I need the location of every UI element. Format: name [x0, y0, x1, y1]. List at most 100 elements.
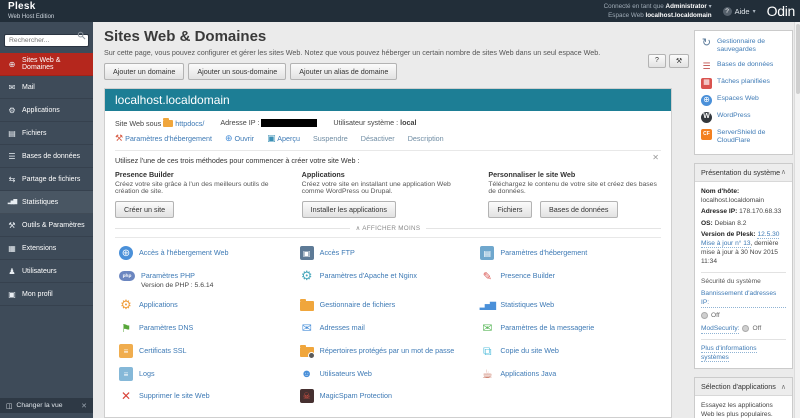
feature-site-copy[interactable]: ⧉ Copie du site Web: [480, 344, 661, 367]
create-site-button[interactable]: Créer un site: [115, 201, 175, 218]
globe-icon: ⊕: [224, 133, 233, 143]
collapse-icon[interactable]: ∧: [781, 168, 786, 176]
feature-ftp-access[interactable]: ▣ Accès FTP: [299, 246, 481, 269]
applications-icon: ⚙: [120, 297, 132, 312]
wordpress-icon: W: [701, 111, 712, 123]
feature-protected-directories[interactable]: Répertoires protégés par un mot de passe: [299, 344, 481, 367]
feature-magicspam[interactable]: ☠ MagicSpam Protection: [299, 389, 481, 411]
site-under-label: Site Web sous: [115, 119, 162, 128]
feature-apache-nginx[interactable]: ⚙ Paramètres d'Apache et Nginx: [300, 268, 481, 298]
vertical-scrollbar[interactable]: [794, 22, 800, 418]
feature-web-statistics[interactable]: ▂▅▇ Statistiques Web: [480, 298, 661, 321]
left-sidebar: ⊕Sites Web & Domaines ✉Mail ⚙Application…: [0, 22, 93, 418]
feature-applications[interactable]: ⚙ Applications: [119, 297, 300, 321]
favorite-servershield[interactable]: CF ServerShield de CloudFlare: [701, 128, 786, 146]
favorite-webspaces[interactable]: ⊕ Espaces Web: [701, 94, 786, 106]
change-view-button[interactable]: ◫ Changer la vue ✕: [0, 398, 93, 413]
sidebar-item-file-sharing[interactable]: ⇆ Partage de fichiers: [0, 168, 93, 191]
sidebar-item-tools-settings[interactable]: ⚒ Outils & Paramètres: [0, 214, 93, 237]
sidebar-item-applications[interactable]: ⚙ Applications: [0, 99, 93, 122]
scrollbar-thumb[interactable]: [796, 24, 800, 94]
toggle-off-icon[interactable]: [701, 312, 708, 320]
sidebar-item-mail[interactable]: ✉ Mail: [0, 76, 93, 99]
system-security-title: Sécurité du système: [701, 277, 761, 285]
apps-selection-title: Sélection d'applications: [701, 382, 776, 392]
calendar-icon: ▦: [701, 77, 712, 89]
close-icon[interactable]: ✕: [81, 402, 87, 410]
hosting-settings-link[interactable]: ⚒ Paramètres d'hébergement: [115, 133, 212, 144]
feature-ssl-certificates[interactable]: ≡ Certificats SSL: [119, 344, 300, 367]
sidebar-item-databases[interactable]: ☰ Bases de données: [0, 145, 93, 168]
toggle-off-icon[interactable]: [742, 325, 750, 333]
sidebar-item-files[interactable]: ▤ Fichiers: [0, 122, 93, 145]
ip-label: Adresse IP :: [220, 117, 260, 127]
sidebar-item-users[interactable]: ♟ Utilisateurs: [0, 260, 93, 283]
feature-php-settings[interactable]: php Paramètres PHP Version de PHP : 5.6.14: [119, 269, 300, 298]
promo-applications: Applications Créez votre site en install…: [301, 170, 475, 218]
sidebar-item-my-profile[interactable]: ▣ Mon profil: [0, 283, 93, 306]
apache-nginx-icon: ⚙: [300, 268, 313, 283]
feature-java-applications[interactable]: ☕ Applications Java: [480, 367, 661, 389]
chevron-down-icon: ▾: [708, 3, 712, 10]
getting-started-promo: ✕ Utilisez l'une de ces trois méthodes p…: [115, 150, 661, 232]
collapse-icon[interactable]: ∧: [781, 383, 786, 391]
feature-hosting-settings[interactable]: ▤ Paramètres d'hébergement: [480, 246, 661, 269]
feature-logs[interactable]: ≡ Logs: [119, 367, 300, 389]
database-icon: ☰: [702, 60, 711, 71]
sidebar-item-websites-domains[interactable]: ⊕ Sites Web & Domaines: [0, 53, 93, 76]
feature-web-hosting-access[interactable]: ⊕ Accès à l'hébergement Web: [119, 246, 300, 269]
add-domain-button[interactable]: Ajouter un domaine: [104, 63, 185, 80]
tools-icon: ⚒: [8, 220, 16, 230]
window-icon: ◫: [6, 402, 13, 410]
search-icon[interactable]: [77, 31, 86, 40]
favorite-backup-manager[interactable]: ↻ Gestionnaire de sauvegardes: [701, 36, 786, 55]
description-link[interactable]: Description: [408, 134, 444, 143]
feature-delete-site[interactable]: ✕ Supprimer le site Web: [119, 389, 300, 411]
databases-button[interactable]: Bases de données: [539, 201, 618, 218]
help-button[interactable]: ?: [648, 54, 666, 68]
feature-presence-builder[interactable]: ✎ Presence Builder: [480, 269, 661, 298]
bar-chart-icon: ▂▅▇: [479, 300, 496, 310]
promo-custom-site: Personnaliser le site Web Téléchargez le…: [488, 170, 661, 218]
preview-link[interactable]: ▣ Aperçu: [267, 133, 300, 144]
os-value: Debian 8.2: [714, 219, 747, 227]
deactivate-link[interactable]: Désactiver: [361, 134, 395, 143]
files-button[interactable]: Fichiers: [488, 201, 532, 218]
add-domain-alias-button[interactable]: Ajouter un alias de domaine: [290, 63, 398, 80]
sidebar-item-extensions[interactable]: ▦ Extensions: [0, 237, 93, 260]
feature-mail-addresses[interactable]: ✉ Adresses mail: [300, 321, 481, 344]
favorite-scheduled-tasks[interactable]: ▦ Tâches planifiées: [701, 77, 786, 89]
feature-mail-settings[interactable]: ✉ Paramètres de la messagerie: [480, 321, 661, 344]
help-icon: ?: [722, 6, 732, 16]
system-user-value: local: [400, 118, 417, 127]
php-version: Version de PHP : 5.6.14: [141, 282, 214, 289]
settings-wrench-button[interactable]: ⚒: [668, 54, 690, 68]
add-subdomain-button[interactable]: Ajouter un sous-domaine: [188, 63, 287, 80]
backup-icon: ↻: [701, 36, 712, 49]
favorite-wordpress[interactable]: W WordPress: [701, 111, 786, 123]
system-overview-box: Présentation du système ∧ Nom d'hôte: loc…: [694, 162, 793, 370]
user-menu[interactable]: Administrator: [666, 3, 707, 10]
preview-icon: ▣: [267, 133, 276, 143]
more-system-info-link[interactable]: Plus d'informations systèmes: [701, 344, 757, 362]
modsecurity-link[interactable]: ModSecurity:: [701, 324, 740, 334]
open-site-link[interactable]: ⊕ Ouvrir: [225, 133, 254, 144]
feature-file-manager[interactable]: Gestionnaire de fichiers: [299, 298, 481, 321]
install-apps-button[interactable]: Installer les applications: [301, 201, 396, 218]
suspend-link[interactable]: Suspendre: [313, 134, 348, 143]
favorites-box: ↻ Gestionnaire de sauvegardes ☰ Bases de d…: [694, 30, 793, 155]
feature-web-users[interactable]: ☻ Utilisateurs Web: [300, 367, 481, 389]
feature-dns-settings[interactable]: ⚑ Paramètres DNS: [119, 321, 300, 344]
help-menu[interactable]: ? Aide ▾: [722, 6, 756, 16]
magicspam-icon: ☠: [299, 389, 314, 403]
show-less-link[interactable]: ∧ AFFICHER MOINS: [356, 225, 421, 232]
mail-settings-icon: ✉: [482, 321, 493, 335]
page-title: Sites Web & Domaines: [104, 28, 267, 45]
httpdocs-link[interactable]: httpdocs/: [175, 119, 204, 128]
domain-panel: localhost.localdomain Site Web sous http…: [104, 88, 672, 418]
domain-title: localhost.localdomain: [105, 89, 671, 111]
sidebar-item-statistics[interactable]: ▂▅▇ Statistiques: [0, 191, 93, 214]
favorite-databases[interactable]: ☰ Bases de données: [701, 61, 786, 72]
ip-ban-link[interactable]: Bannissement d'adresses IP:: [701, 289, 786, 309]
close-icon[interactable]: ✕: [652, 153, 659, 162]
